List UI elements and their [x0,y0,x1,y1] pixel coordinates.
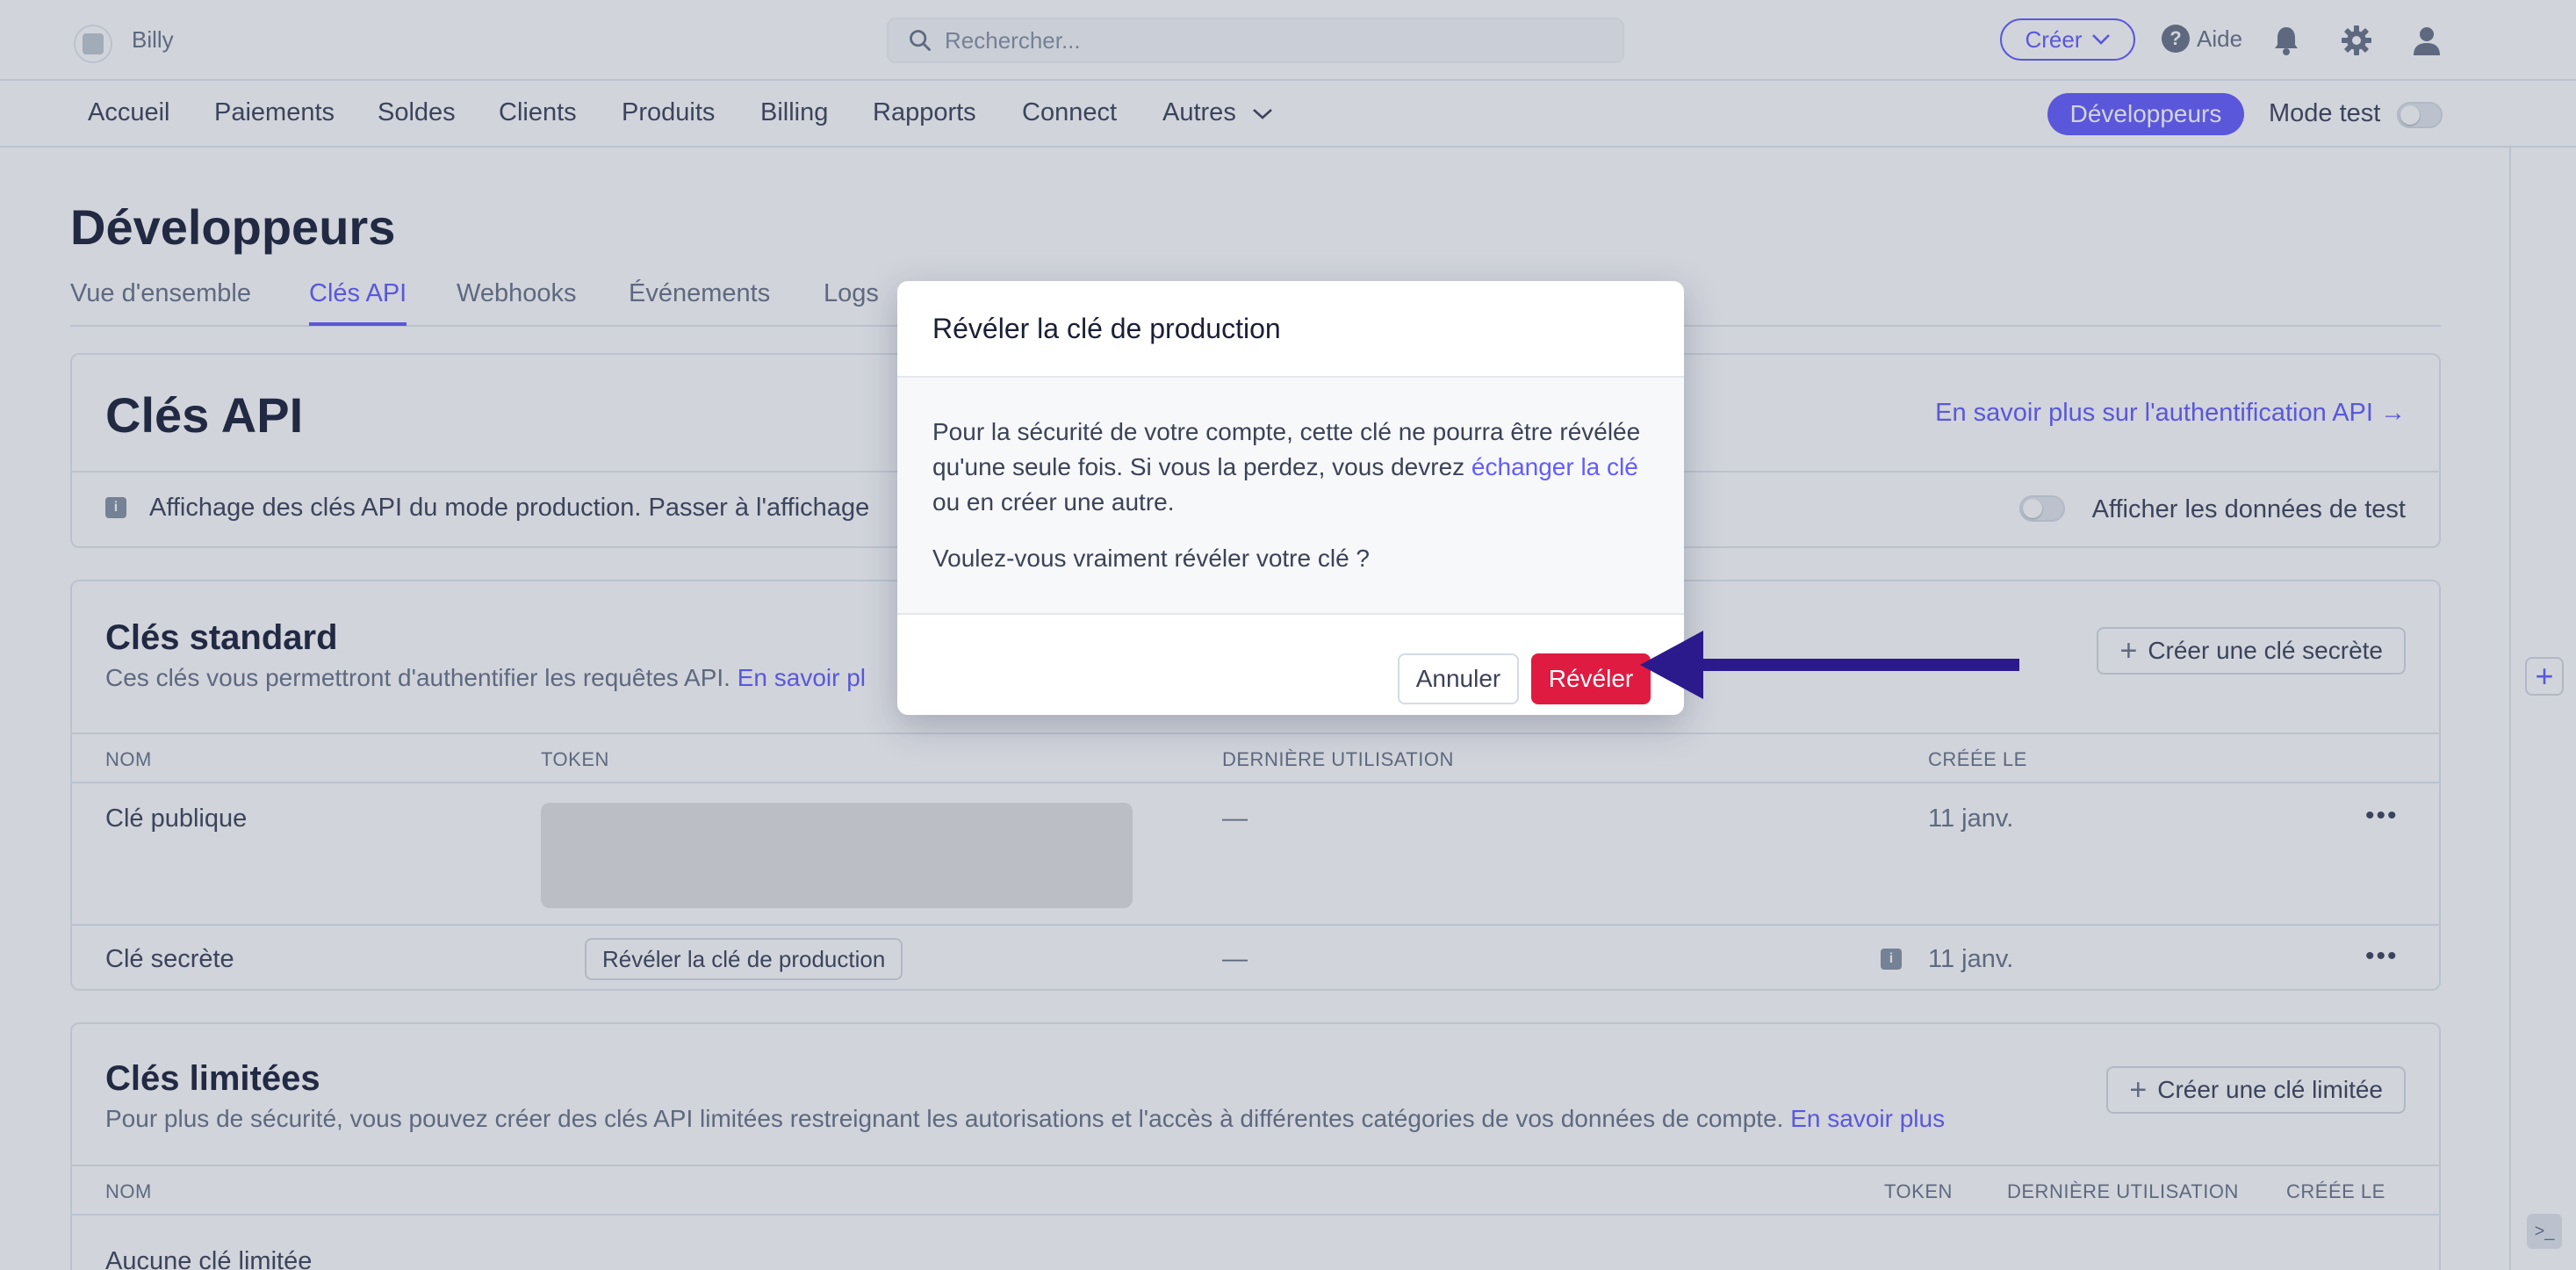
dialog-body: Pour la sécurité de votre compte, cette … [897,378,1684,615]
reveal-button[interactable]: Révéler [1531,653,1651,704]
dialog-message: Pour la sécurité de votre compte, cette … [932,415,1649,520]
dialog-question: Voulez-vous vraiment révéler votre clé ? [932,545,1370,572]
roll-key-link[interactable]: échanger la clé [1471,453,1638,480]
dialog-header: Révéler la clé de production [897,281,1684,378]
dialog-title: Révéler la clé de production [932,312,1281,344]
cancel-button[interactable]: Annuler [1398,653,1519,704]
reveal-key-dialog: Révéler la clé de production Pour la séc… [897,281,1684,715]
annotation-arrow-icon [1640,631,2019,699]
dialog-footer: Annuler Révéler [897,615,1684,715]
dialog-message-part2: ou en créer une autre. [932,488,1175,516]
